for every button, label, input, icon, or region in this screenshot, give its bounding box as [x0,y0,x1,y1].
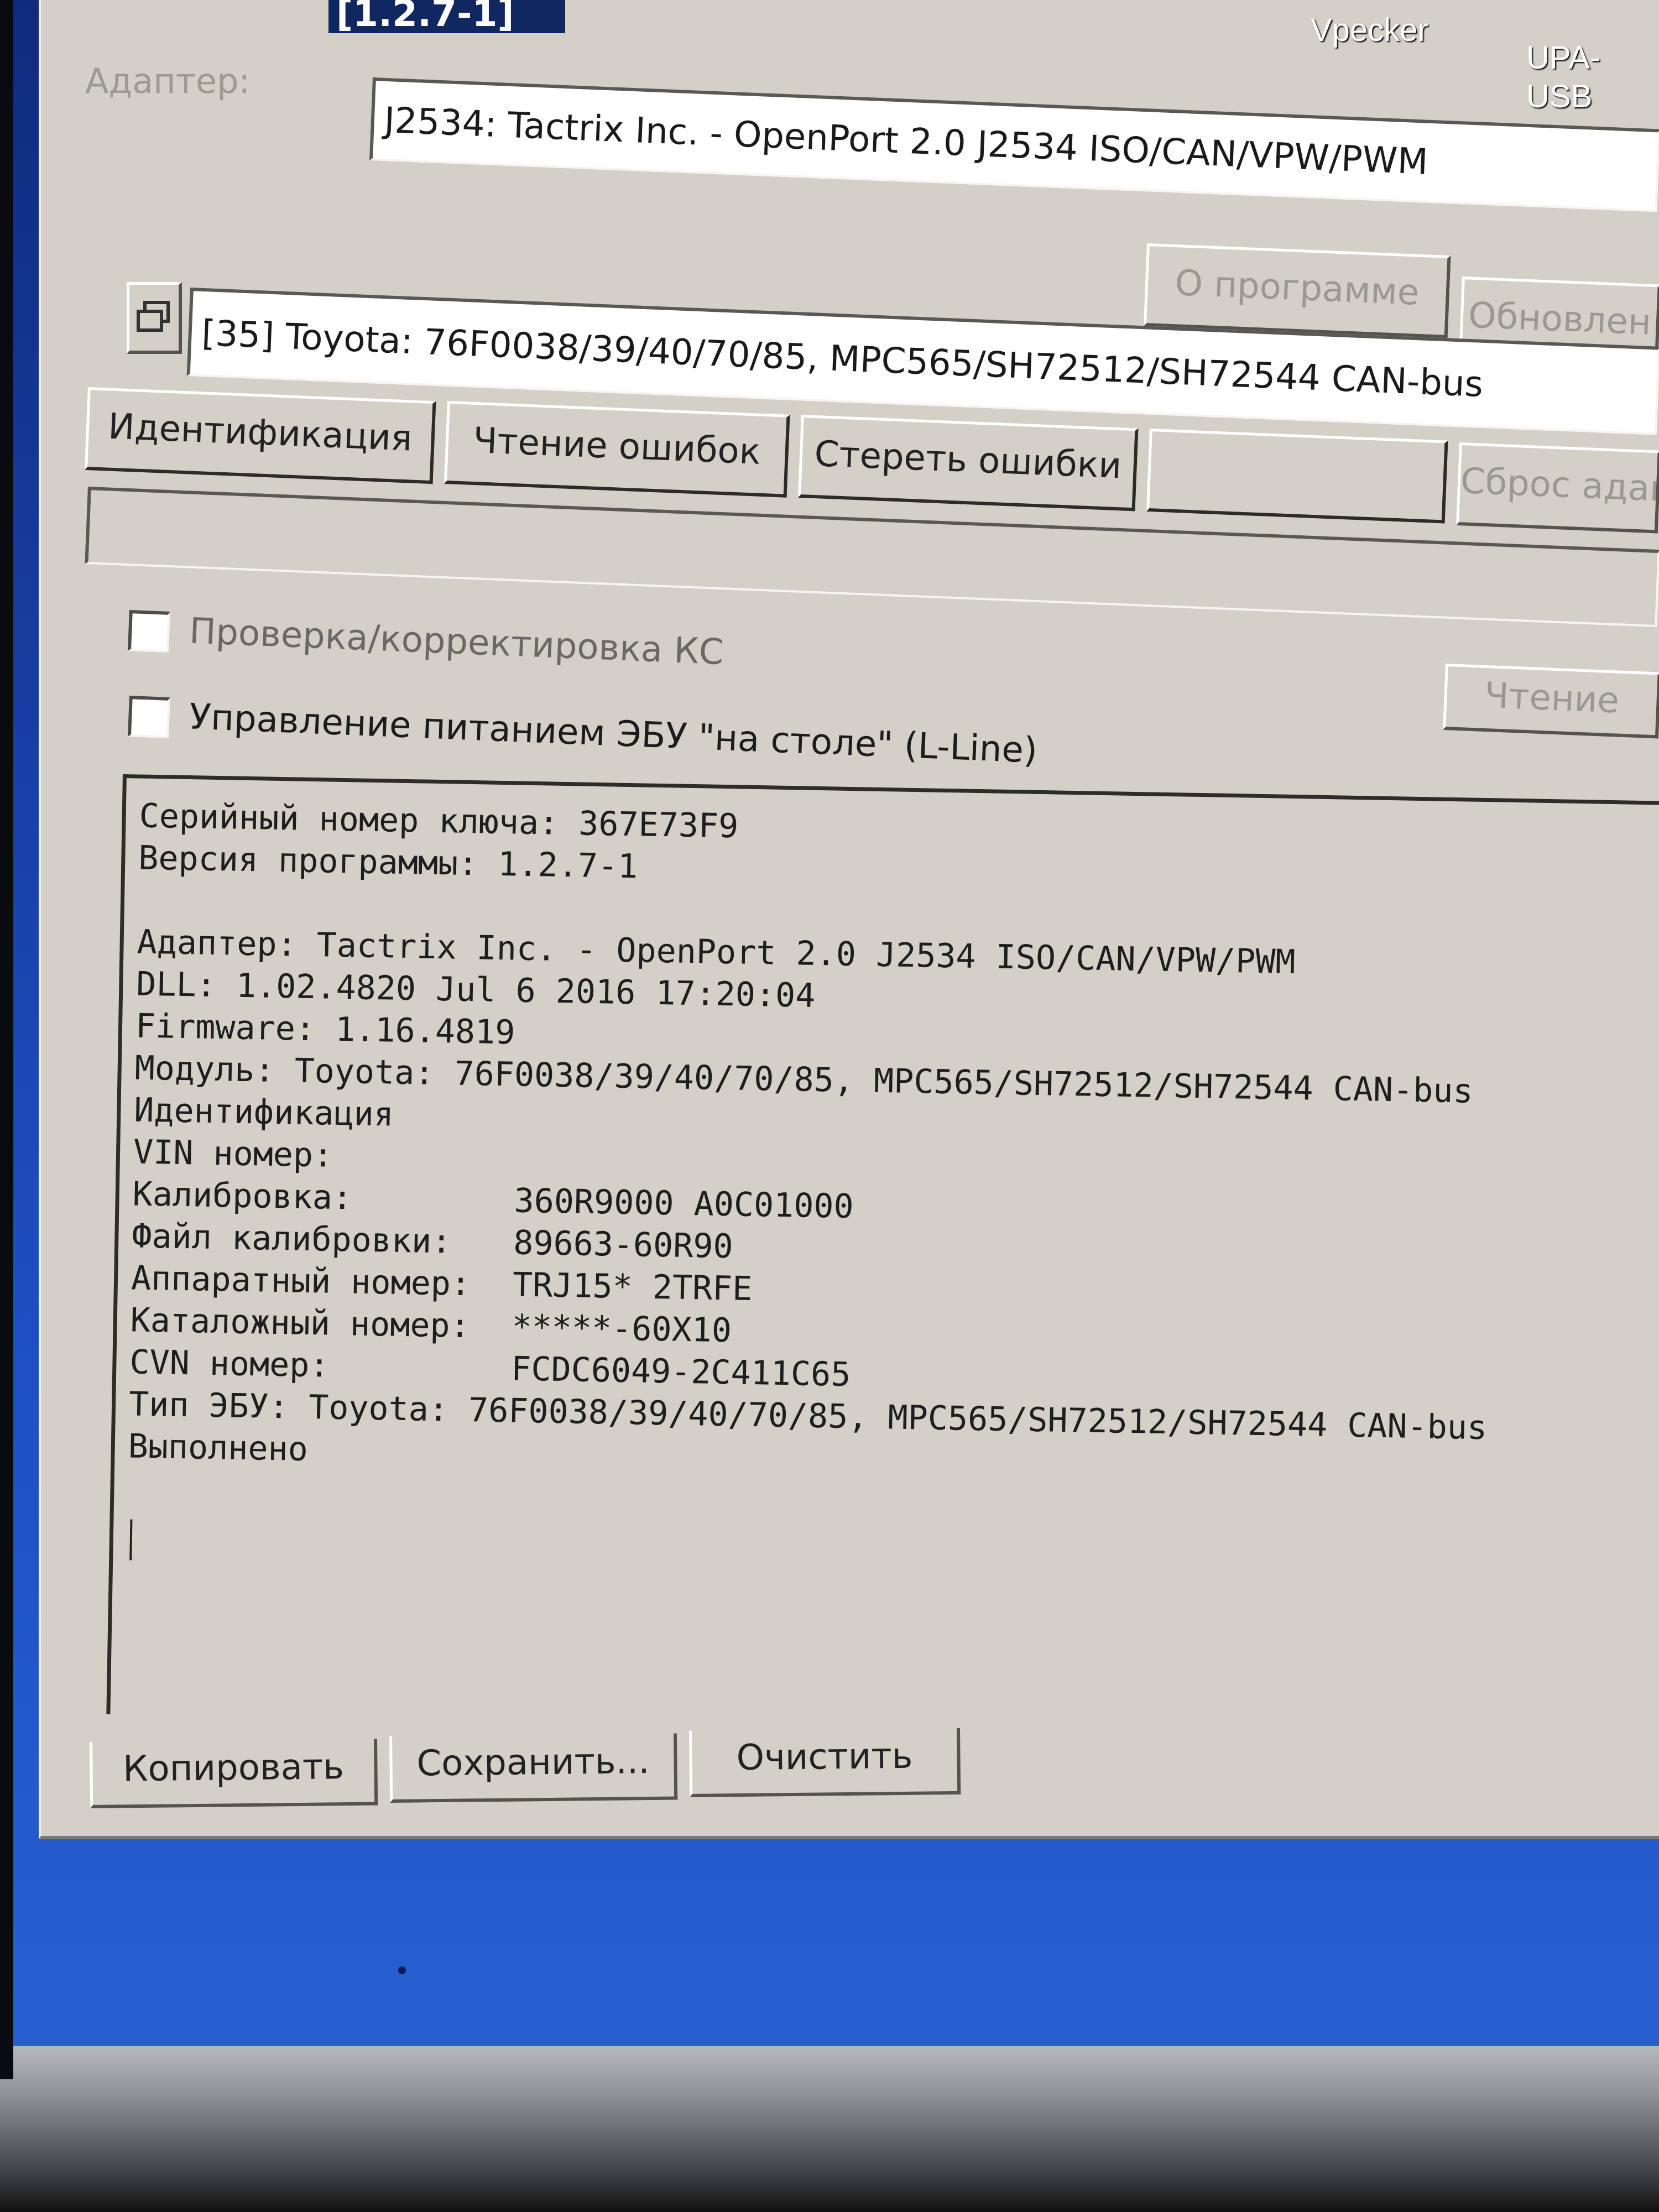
log-field-value: 89663-60R90 [513,1223,734,1266]
copy-button[interactable]: Копировать [90,1739,378,1808]
desktop-icon-vpecker[interactable]: Vpecker [1311,11,1428,50]
identify-button[interactable]: Идентификация [84,387,436,484]
power-control-checkbox[interactable] [127,696,170,739]
log-fields: Калибровка: 360R9000 A0C01000 Файл калибр… [129,1173,1659,1410]
desktop-icon-upa-usb[interactable]: UPA-USB [1526,39,1659,116]
adapter-select[interactable]: J2534: Tactrix Inc. - OpenPort 2.0 J2534… [369,77,1659,212]
log-field-key: Файл калибровки: [131,1217,452,1261]
checksum-checkbox-label: Проверка/корректировка КС [188,611,725,674]
log-lines: Серийный номер ключа: 367E73F9 Версия пр… [133,795,1659,1201]
monitor-bezel-reflection [0,2046,1659,2212]
clear-log-button[interactable]: Очистить [689,1728,961,1797]
log-field-key: Каталожный номер: [130,1301,471,1346]
power-control-checkbox-row[interactable]: Управление питанием ЭБУ "на столе" (L-Li… [127,694,1039,773]
empty-action-button[interactable] [1146,429,1448,524]
log-field-key: Аппаратный номер: [131,1259,471,1304]
read-button[interactable]: Чтение [1443,664,1659,739]
log-field-key: CVN номер: [129,1343,330,1385]
window-restore-icon[interactable] [127,282,182,354]
dust-speck [398,1966,406,1974]
log-field-value: *****-60X10 [512,1307,732,1350]
save-button[interactable]: Сохранить... [389,1733,678,1803]
text-caret [129,1519,133,1561]
monitor-edge [0,0,13,2079]
reset-adaptation-button[interactable]: Сброс адапта [1455,442,1659,534]
app-window: [1.2.7-1] Адаптер: J2534: Tactrix Inc. -… [39,0,1659,1839]
window-title: [1.2.7-1] [328,0,565,33]
log-output[interactable]: Серийный номер ключа: 367E73F9 Версия пр… [106,774,1659,1742]
log-field-value: TRJ15* 2TRFE [512,1265,753,1309]
log-field-key: Калибровка: [132,1175,353,1218]
power-control-checkbox-label: Управление питанием ЭБУ "на столе" (L-Li… [188,696,1039,771]
checksum-checkbox-row[interactable]: Проверка/корректировка КС [127,608,725,675]
log-field-value: FCDC6049-2C411C65 [510,1349,851,1395]
adapter-label: Адаптер: [85,61,251,101]
checksum-checkbox[interactable] [127,610,170,653]
clear-errors-button[interactable]: Стереть ошибки [797,415,1139,512]
log-field-value: 360R9000 A0C01000 [514,1181,854,1227]
about-button[interactable]: О программе [1143,243,1451,338]
read-errors-button[interactable]: Чтение ошибок [444,401,790,498]
